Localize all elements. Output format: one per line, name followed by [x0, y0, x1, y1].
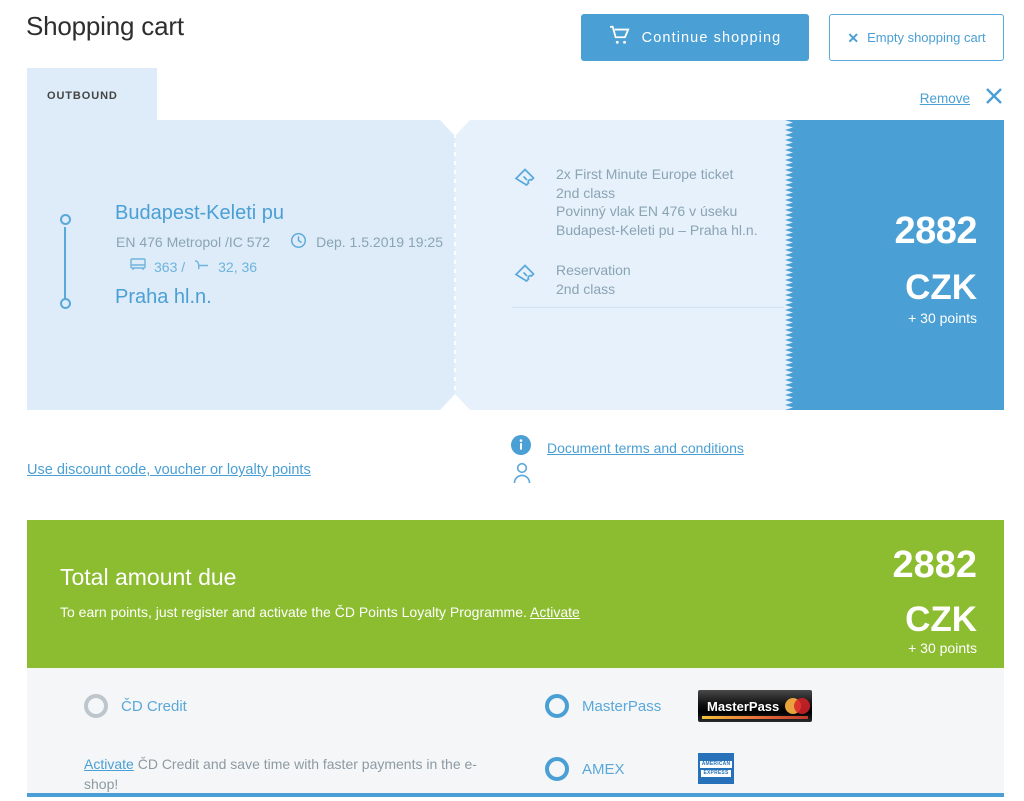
total-currency: CZK [905, 600, 977, 639]
page-header: Shopping cart Continue shopping ✕ Empty … [0, 0, 1024, 62]
payment-methods-panel: ČD Credit Activate ČD Credit and save ti… [27, 668, 1004, 793]
journey-coach: 363 / [154, 258, 186, 275]
journey-line [64, 227, 66, 299]
close-x-icon[interactable] [984, 86, 1004, 111]
discount-code-link[interactable]: Use discount code, voucher or loyalty po… [27, 462, 311, 478]
tab-outbound-label: OUTBOUND [47, 89, 118, 102]
total-amount-panel: Total amount due To earn points, just re… [27, 520, 1004, 668]
ticket-icon [512, 261, 538, 298]
empty-shopping-cart-label: Empty shopping cart [867, 30, 986, 45]
journey-rail [60, 214, 72, 309]
ticket-icon [512, 165, 538, 239]
masterpass-logo-bar [702, 716, 808, 719]
payment-option-amex[interactable]: AMEX [545, 757, 625, 781]
radio-masterpass[interactable] [545, 694, 569, 718]
journey-to: Praha hl.n. [115, 286, 212, 308]
journey-train: EN 476 Metropol /IC 572 [116, 234, 271, 250]
continue-shopping-button[interactable]: Continue shopping [581, 14, 809, 61]
journey-from: Budapest-Keleti pu [115, 202, 285, 224]
cd-credit-activate-link[interactable]: Activate [84, 756, 134, 772]
passenger-icon [511, 461, 533, 490]
document-terms-link[interactable]: Document terms and conditions [511, 435, 744, 460]
masterpass-logo: MasterPass [698, 690, 812, 722]
remove-label: Remove [919, 91, 970, 106]
continue-shopping-label: Continue shopping [641, 29, 782, 46]
ticket-item-text: 2x First Minute Europe ticket 2nd class Po… [556, 166, 758, 238]
remove-ticket-button[interactable]: Remove [920, 86, 1004, 111]
radio-cd-credit[interactable] [84, 694, 108, 718]
journey-seat-info: 363 / 32, 36 [130, 258, 257, 275]
ticket-perforation [454, 134, 456, 396]
radio-amex[interactable] [545, 757, 569, 781]
amex-logo-line1: AMERICAN [699, 760, 733, 768]
journey-dot-destination [60, 298, 71, 309]
payment-option-label: MasterPass [582, 697, 662, 715]
shopping-cart-page: Shopping cart Continue shopping ✕ Empty … [0, 0, 1024, 801]
total-note: To earn points, just register and activa… [60, 604, 580, 620]
payment-option-label: ČD Credit [121, 697, 187, 715]
amex-logo: AMERICAN EXPRESS [698, 753, 734, 784]
ticket-divider [512, 307, 784, 308]
payment-option-cd-credit[interactable]: ČD Credit [84, 694, 187, 718]
total-amount: 2882 [892, 544, 977, 586]
total-activate-link[interactable]: Activate [530, 604, 580, 620]
bottom-accent-strip [27, 793, 1004, 797]
journey-departure-text: Dep. 1.5.2019 19:25 [316, 234, 443, 250]
cd-credit-note: Activate ČD Credit and save time with fa… [84, 754, 484, 794]
ticket-item-list: 2x First Minute Europe ticket 2nd class Po… [512, 165, 772, 320]
empty-shopping-cart-button[interactable]: ✕ Empty shopping cart [829, 14, 1004, 61]
amex-logo-line2: EXPRESS [701, 769, 731, 777]
masterpass-logo-text: MasterPass [707, 698, 780, 714]
ticket-price-amount: 2882 [894, 210, 977, 252]
journey-dot-origin [60, 214, 71, 225]
journey-seats: 32, 36 [218, 258, 258, 275]
info-icon [511, 435, 531, 460]
journey-meta: EN 476 Metropol /IC 572 Dep. 1.5.2019 19… [116, 232, 443, 252]
shopping-cart-icon [609, 25, 631, 50]
journey-departure: Dep. 1.5.2019 19:25 [290, 232, 443, 252]
seat-icon [193, 259, 210, 275]
page-title: Shopping cart [26, 11, 184, 41]
total-points: + 30 points [908, 640, 977, 656]
clock-icon [290, 232, 307, 252]
coach-icon [130, 258, 146, 275]
mastercard-circles-icon [785, 698, 811, 714]
document-terms-label: Document terms and conditions [547, 439, 744, 456]
ticket-price-currency: CZK [905, 268, 977, 307]
payment-option-masterpass[interactable]: MasterPass [545, 694, 661, 718]
ticket-item: 2x First Minute Europe ticket 2nd class Po… [512, 165, 772, 239]
total-note-text: To earn points, just register and activa… [60, 604, 531, 620]
total-title: Total amount due [60, 564, 237, 590]
tab-outbound[interactable]: OUTBOUND [27, 68, 157, 123]
ticket-price-points: + 30 points [908, 310, 977, 326]
ticket-price: 2882 CZK + 30 points [785, 120, 1004, 410]
ticket-card: Budapest-Keleti pu EN 476 Metropol /IC 5… [27, 120, 1004, 484]
cd-credit-note-text: ČD Credit and save time with faster paym… [84, 756, 477, 792]
ticket-item: Reservation 2nd class [512, 261, 772, 298]
ticket-item-text: Reservation 2nd class [556, 262, 631, 297]
x-icon: ✕ [847, 29, 860, 46]
payment-option-label: AMEX [582, 760, 625, 778]
